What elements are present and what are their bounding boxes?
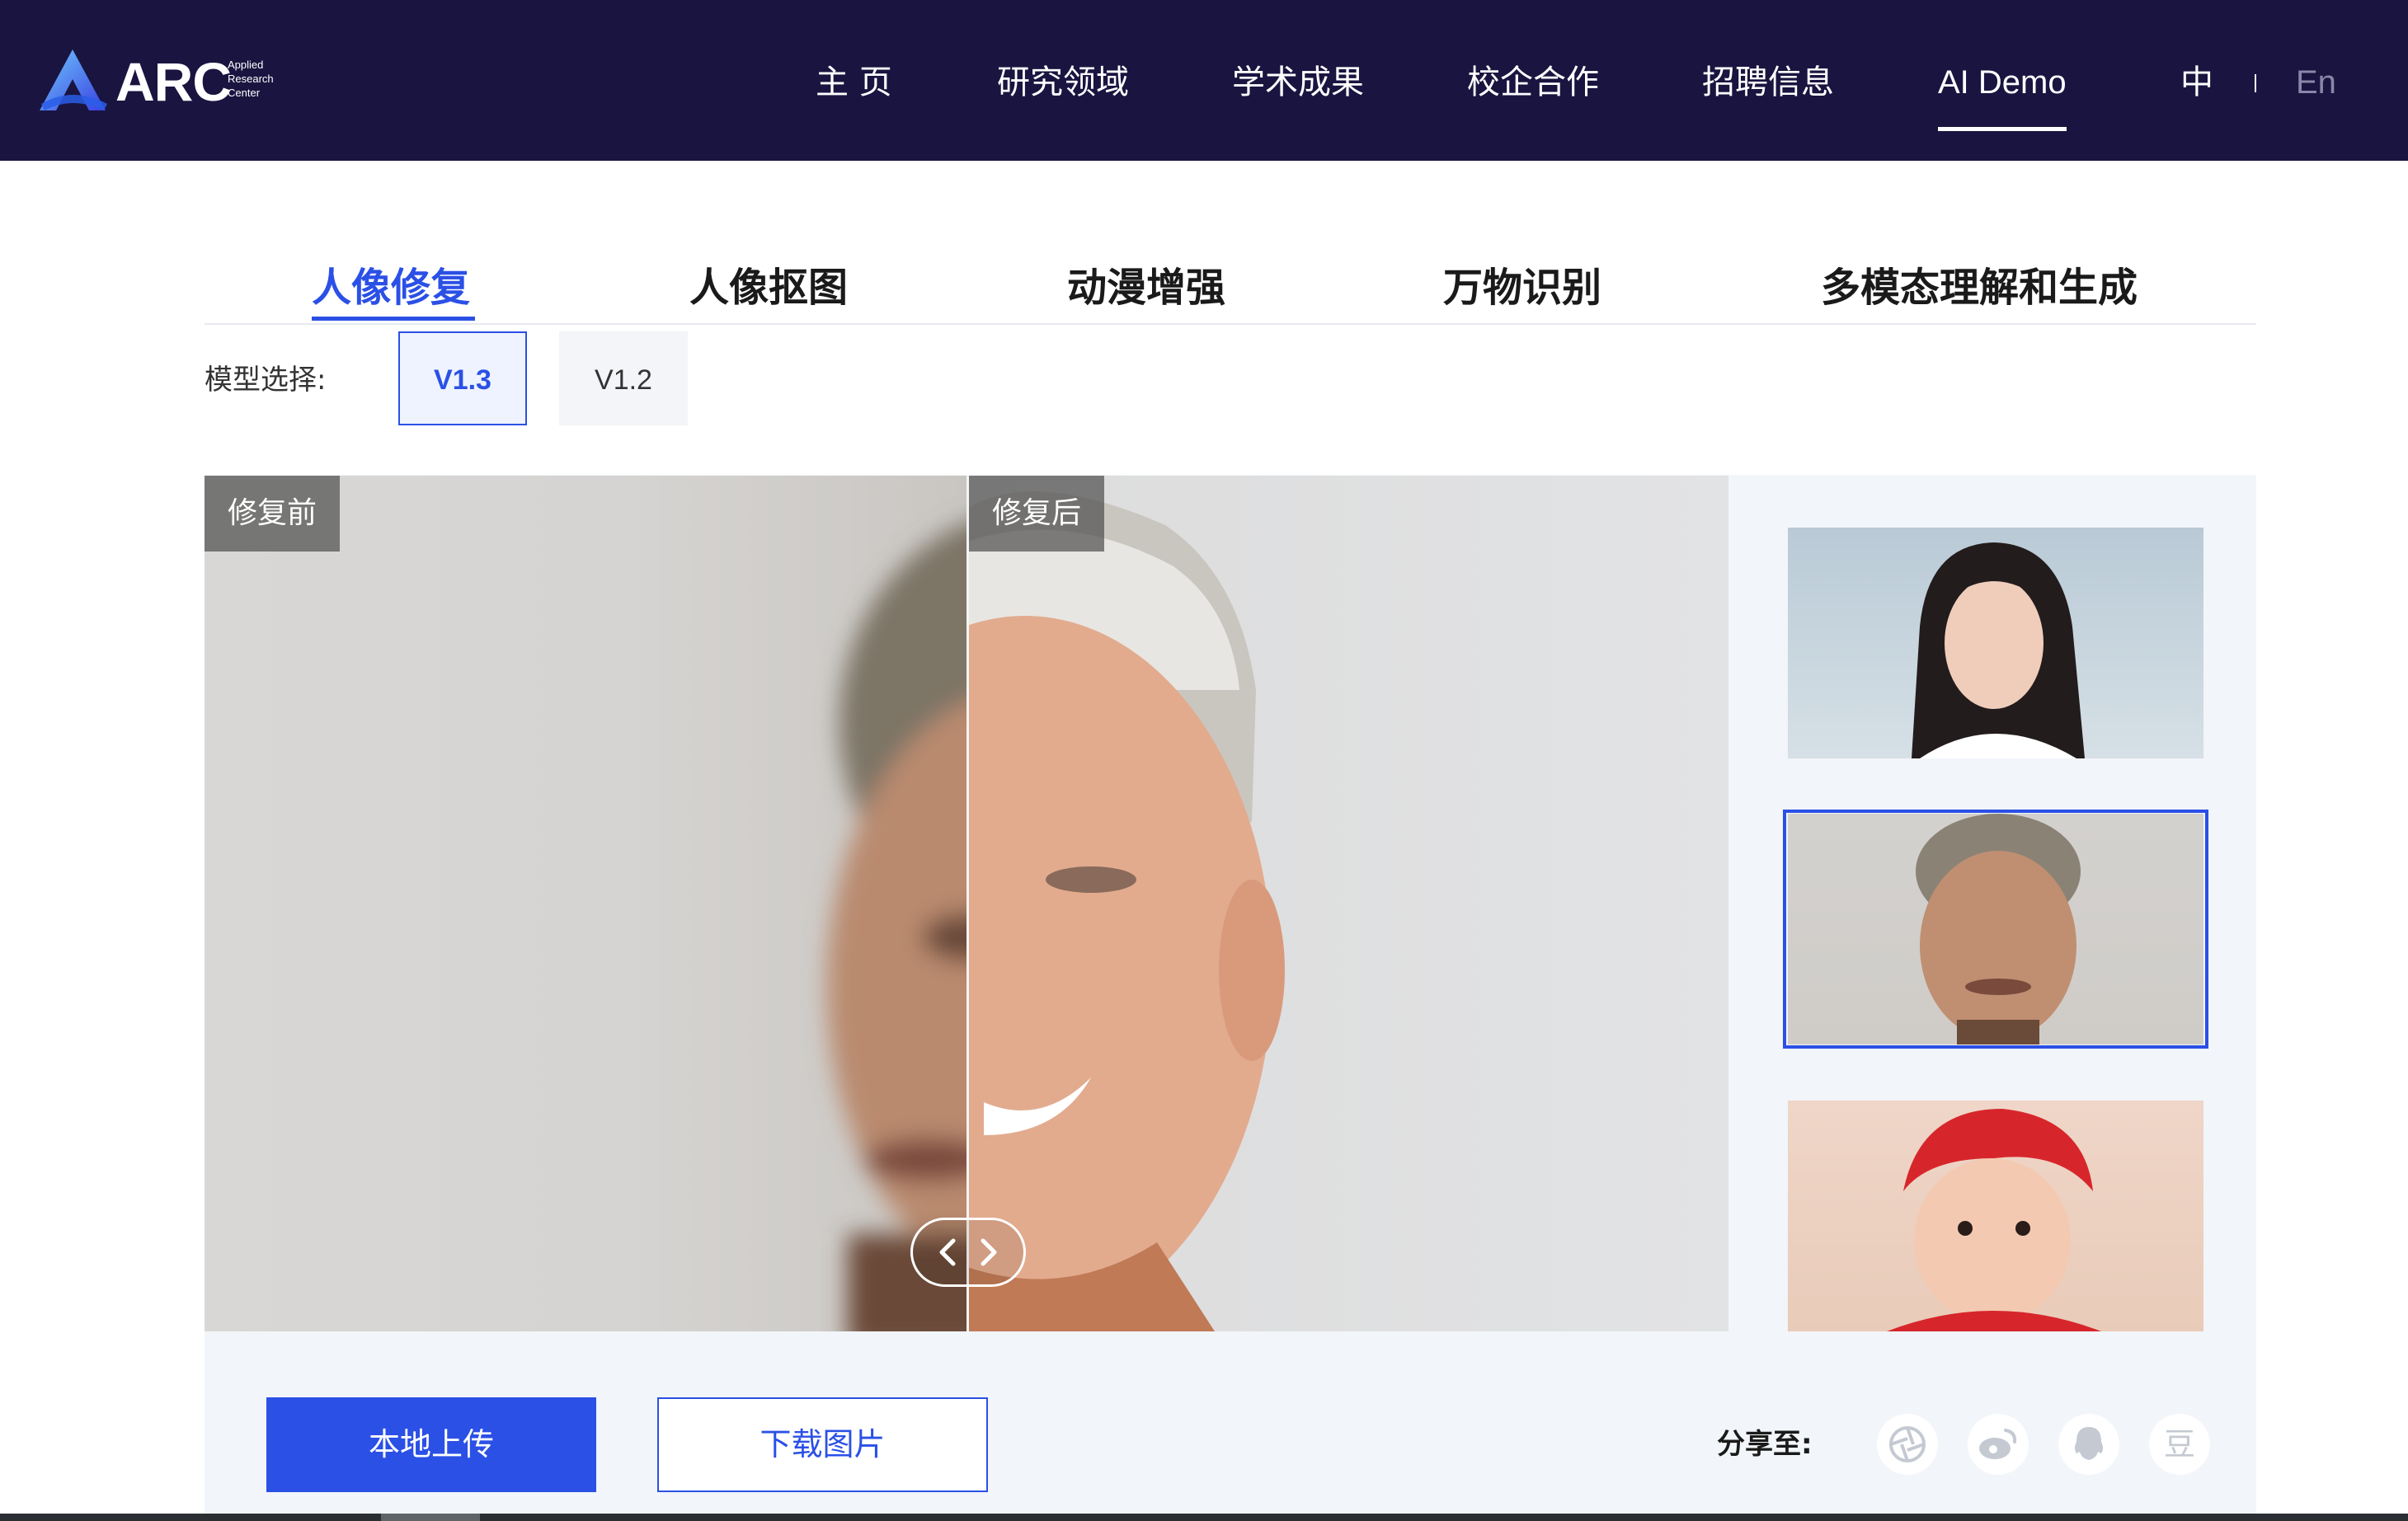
nav-home[interactable]: 主 页 bbox=[816, 58, 892, 107]
aperture-glyph bbox=[1889, 1426, 1926, 1462]
before-after-compare[interactable]: 修复前 修复后 bbox=[205, 476, 1728, 1331]
before-image bbox=[205, 476, 967, 1331]
qq-glyph bbox=[2075, 1427, 2103, 1460]
arc-logo-mark bbox=[40, 49, 107, 110]
model-version-v13-button[interactable]: V1.3 bbox=[398, 331, 527, 425]
tab-portrait-matting[interactable]: 人像抠图 bbox=[689, 261, 848, 315]
tab-active-underline bbox=[312, 317, 475, 321]
douban-icon[interactable]: 豆 bbox=[2149, 1414, 2210, 1475]
nav-ai-demo[interactable]: AI Demo bbox=[1938, 58, 2067, 107]
selected-thumbnail-frame bbox=[1783, 810, 2208, 1049]
weibo-glyph bbox=[1979, 1429, 2017, 1459]
nav-jobs[interactable]: 招聘信息 bbox=[1702, 58, 1834, 107]
model-select-label: 模型选择: bbox=[205, 364, 327, 397]
share-label: 分享至: bbox=[1717, 1428, 1813, 1461]
nav-research[interactable]: 研究领域 bbox=[997, 58, 1129, 107]
local-upload-button[interactable]: 本地上传 bbox=[266, 1397, 596, 1492]
lang-chinese[interactable]: 中 bbox=[2180, 58, 2213, 107]
aperture-icon[interactable] bbox=[1877, 1414, 1938, 1475]
sample-thumbnail-woman[interactable] bbox=[1788, 528, 2203, 758]
nav-active-indicator bbox=[1938, 127, 2067, 131]
logo-subtitle: Applied Research Center bbox=[228, 58, 274, 100]
download-image-button[interactable]: 下载图片 bbox=[657, 1397, 988, 1492]
restored-face-after bbox=[967, 491, 1285, 1331]
after-label: 修复后 bbox=[969, 476, 1105, 552]
woman-portrait bbox=[1912, 542, 2085, 758]
tab-anime-enhance[interactable]: 动漫增强 bbox=[1067, 261, 1225, 315]
logo-sub-line: Applied bbox=[228, 59, 264, 71]
logo-sub-line: Research bbox=[228, 73, 274, 85]
qq-icon[interactable] bbox=[2058, 1414, 2119, 1475]
lang-english[interactable]: En bbox=[2296, 58, 2336, 107]
blurred-face-before bbox=[827, 522, 967, 1331]
tab-object-recognition[interactable]: 万物识别 bbox=[1443, 261, 1601, 315]
top-nav-bar: ARC Applied Research Center 主 页 研究领域 学术成… bbox=[0, 0, 2408, 161]
tabs-divider bbox=[205, 323, 2256, 325]
arc-logo[interactable]: ARC Applied Research Center bbox=[36, 46, 284, 114]
nav-publications[interactable]: 学术成果 bbox=[1232, 58, 1364, 107]
lang-separator bbox=[2255, 74, 2256, 92]
compare-divider[interactable] bbox=[966, 476, 969, 1331]
bottom-scrollbar-thumb[interactable] bbox=[381, 1514, 480, 1521]
logo-wordmark: ARC bbox=[115, 51, 232, 112]
chevron-left-right-icon bbox=[939, 1238, 997, 1266]
model-version-v12-button[interactable]: V1.2 bbox=[559, 331, 688, 425]
baby-portrait bbox=[1887, 1109, 2101, 1331]
nav-cooperation[interactable]: 校企合作 bbox=[1467, 58, 1599, 107]
compare-slider-handle[interactable] bbox=[910, 1218, 1026, 1287]
douban-glyph: 豆 bbox=[2163, 1426, 2195, 1462]
before-label: 修复前 bbox=[205, 476, 341, 552]
logo-sub-line: Center bbox=[228, 87, 261, 99]
tab-portrait-restoration[interactable]: 人像修复 bbox=[312, 261, 470, 315]
bottom-scrollbar-track bbox=[0, 1514, 2408, 1521]
weibo-icon[interactable] bbox=[1968, 1414, 2029, 1475]
after-image bbox=[967, 476, 1728, 1331]
sample-thumbnail-baby[interactable] bbox=[1788, 1101, 2203, 1331]
tab-multimodal[interactable]: 多模态理解和生成 bbox=[1821, 261, 2138, 315]
